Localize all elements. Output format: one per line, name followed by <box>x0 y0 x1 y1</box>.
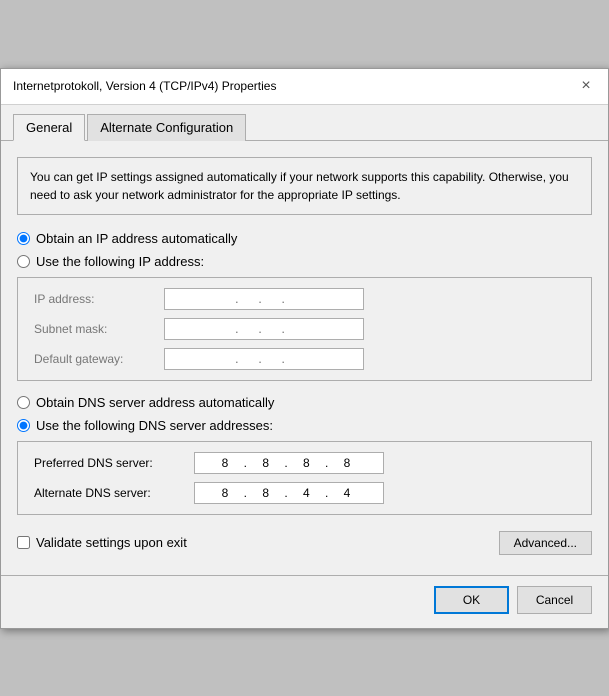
ip-address-input[interactable]: . . . <box>164 288 364 310</box>
manual-dns-radio-row: Use the following DNS server addresses: <box>17 418 592 433</box>
manual-ip-label[interactable]: Use the following IP address: <box>36 254 204 269</box>
dns-section: Obtain DNS server address automatically … <box>17 395 592 515</box>
title-bar: Internetprotokoll, Version 4 (TCP/IPv4) … <box>1 69 608 105</box>
subnet-mask-label: Subnet mask: <box>34 322 164 336</box>
button-row: OK Cancel <box>1 575 608 628</box>
alternate-dns-row: Alternate DNS server: <box>34 482 575 504</box>
preferred-dns-input[interactable] <box>194 452 384 474</box>
manual-dns-radio[interactable] <box>17 419 30 432</box>
default-gateway-label: Default gateway: <box>34 352 164 366</box>
auto-ip-radio-row: Obtain an IP address automatically <box>17 231 592 246</box>
dialog-window: Internetprotokoll, Version 4 (TCP/IPv4) … <box>0 68 609 629</box>
subnet-mask-row: Subnet mask: . . . <box>34 318 575 340</box>
tab-alternate-config[interactable]: Alternate Configuration <box>87 114 246 141</box>
preferred-dns-label: Preferred DNS server: <box>34 456 194 470</box>
validate-row: Validate settings upon exit <box>17 535 187 550</box>
auto-ip-label[interactable]: Obtain an IP address automatically <box>36 231 237 246</box>
tab-general[interactable]: General <box>13 114 85 141</box>
auto-ip-radio[interactable] <box>17 232 30 245</box>
ok-button[interactable]: OK <box>434 586 509 614</box>
subnet-mask-input[interactable]: . . . <box>164 318 364 340</box>
tab-content: You can get IP settings assigned automat… <box>1 141 608 575</box>
alternate-dns-input[interactable] <box>194 482 384 504</box>
dns-fields-box: Preferred DNS server: Alternate DNS serv… <box>17 441 592 515</box>
ip-address-row: IP address: . . . <box>34 288 575 310</box>
manual-ip-radio-row: Use the following IP address: <box>17 254 592 269</box>
default-gateway-row: Default gateway: . . . <box>34 348 575 370</box>
manual-dns-label[interactable]: Use the following DNS server addresses: <box>36 418 273 433</box>
auto-dns-radio[interactable] <box>17 396 30 409</box>
default-gateway-input[interactable]: . . . <box>164 348 364 370</box>
cancel-button[interactable]: Cancel <box>517 586 592 614</box>
ip-section: Obtain an IP address automatically Use t… <box>17 231 592 381</box>
tab-bar: General Alternate Configuration <box>1 105 608 141</box>
auto-dns-label[interactable]: Obtain DNS server address automatically <box>36 395 274 410</box>
auto-dns-radio-row: Obtain DNS server address automatically <box>17 395 592 410</box>
description-text: You can get IP settings assigned automat… <box>17 157 592 215</box>
preferred-dns-row: Preferred DNS server: <box>34 452 575 474</box>
manual-ip-radio[interactable] <box>17 255 30 268</box>
bottom-section: Validate settings upon exit Advanced... <box>17 531 592 559</box>
advanced-button[interactable]: Advanced... <box>499 531 592 555</box>
validate-checkbox[interactable] <box>17 536 30 549</box>
ip-fields-box: IP address: . . . Subnet mask: . . . Def… <box>17 277 592 381</box>
window-title: Internetprotokoll, Version 4 (TCP/IPv4) … <box>13 79 276 93</box>
close-button[interactable]: × <box>576 76 596 96</box>
ip-address-label: IP address: <box>34 292 164 306</box>
validate-label[interactable]: Validate settings upon exit <box>36 535 187 550</box>
alternate-dns-label: Alternate DNS server: <box>34 486 194 500</box>
